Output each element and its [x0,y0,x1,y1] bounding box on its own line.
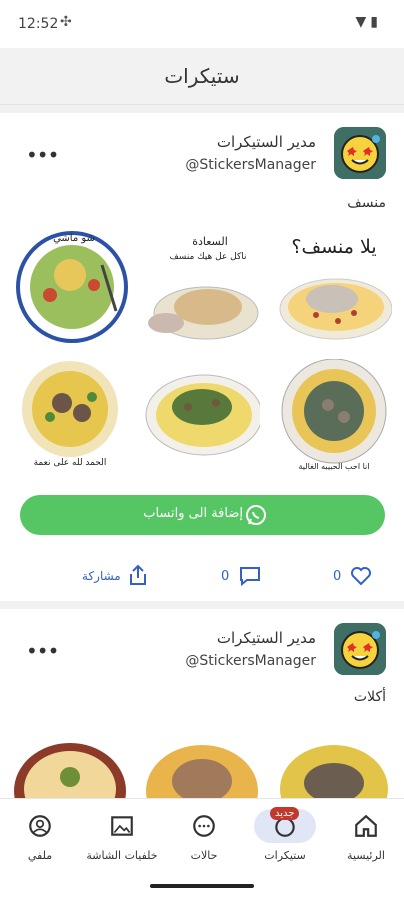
wifi-battery-icons: ▼▮ [355,14,382,30]
more-options-button[interactable]: ••• [26,639,59,663]
sticker-subcaption: ناكل عل هيك منسف [169,252,246,262]
more-options-button[interactable]: ••• [26,143,59,167]
sticker-post-card: مدير الستيكرات @StickersManager ••• منسف… [0,113,404,601]
sticker-item[interactable] [276,729,392,798]
sticker-caption: شو ماشي [53,233,95,244]
status-icon [193,815,215,837]
nav-item-profile[interactable]: ملفي [10,799,70,875]
feed[interactable]: مدير الستيكرات @StickersManager ••• منسف… [0,105,404,798]
sticker-caption: يلا منسف؟ [291,236,376,258]
sticker-post-card: مدير الستيكرات @StickersManager ••• أكلا… [0,609,404,798]
nav-label-statuses: حالات [190,849,218,862]
sticker-item[interactable] [144,359,263,475]
nav-label-home: الرئيسية [347,849,385,862]
emoji-avatar-icon [334,623,386,675]
sticker-caption: انا احب الحبيبه الغالية [299,462,370,471]
emoji-avatar-icon [334,127,386,179]
author-name[interactable]: مدير الستيكرات [217,629,316,647]
comment-count: 0 [221,569,230,584]
sticker-item[interactable]: يلا منسف؟ [276,229,393,345]
sticker-item[interactable]: انا احب الحبيبه الغالية [276,358,392,475]
author-handle[interactable]: @StickersManager [185,653,316,669]
nav-label-profile: ملفي [27,849,53,862]
home-icon [355,814,377,837]
sticker-item[interactable]: السعادة ناكل عل هيك منسف [144,229,260,345]
add-to-whatsapp-label: إضافة الى واتساب [143,506,243,521]
nav-item-statuses[interactable]: حالات [174,799,234,875]
sticker-item[interactable] [12,729,128,798]
status-time: 12:52 [18,16,59,32]
wallpaper-icon [111,816,133,836]
post-actions: 0 0 مشاركة [0,553,404,593]
card-separator [0,105,404,113]
fan-icon: ✣ [60,14,72,30]
avatar[interactable] [334,623,386,675]
comment-icon[interactable] [238,564,262,588]
sticker-caption: السعادة [192,235,228,248]
status-bar: 12:52 ✣ ▼▮ [0,0,404,48]
nav-item-wallpapers[interactable]: خلفيات الشاشة [80,799,164,875]
nav-item-home[interactable]: الرئيسية [336,799,396,875]
new-badge: جديد [270,807,300,820]
pack-name: أكلات [353,689,386,705]
avatar[interactable] [334,127,386,179]
share-icon[interactable] [126,563,150,587]
sticker-item[interactable]: الحمد لله على نعمة [12,359,128,475]
heart-icon[interactable] [349,564,373,588]
sticker-item[interactable]: شو ماشي [12,229,128,345]
author-handle[interactable]: @StickersManager [185,157,316,173]
whatsapp-icon [246,505,266,525]
like-count: 0 [333,569,342,584]
card-separator [0,601,404,609]
bottom-nav: الرئيسية جديد ستيكرات حالات خلفيات الشاش… [0,798,404,875]
pack-name: منسف [347,195,386,211]
add-to-whatsapp-button[interactable]: إضافة الى واتساب [20,495,385,535]
app-bar: ستيكرات [0,48,404,105]
sticker-caption: الحمد لله على نعمة [34,458,107,468]
sticker-item[interactable] [144,729,260,798]
author-name[interactable]: مدير الستيكرات [217,133,316,151]
nav-label-stickers: ستيكرات [264,849,306,862]
profile-icon [29,815,51,837]
home-indicator[interactable] [150,884,254,888]
nav-label-wallpapers: خلفيات الشاشة [86,849,158,862]
page-title: ستيكرات [164,64,240,88]
share-label[interactable]: مشاركة [82,569,121,583]
nav-item-stickers[interactable]: جديد ستيكرات [254,799,316,875]
